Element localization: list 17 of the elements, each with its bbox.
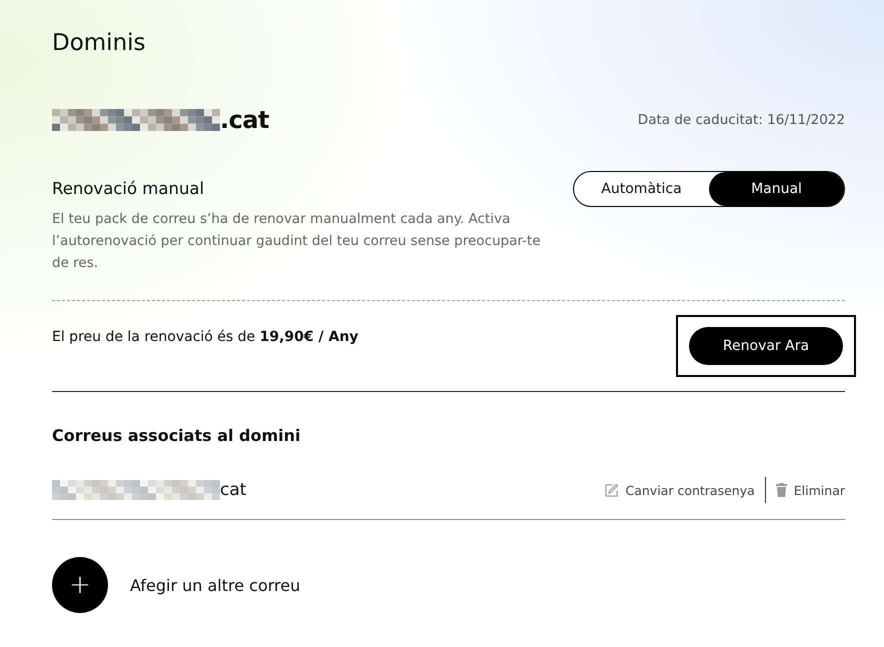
page-title: Dominis bbox=[52, 30, 147, 58]
section-title: Correus associats al domini bbox=[52, 426, 302, 445]
toggle-option[interactable]: Automàtica bbox=[574, 172, 709, 206]
delete-link[interactable]: Eliminar bbox=[776, 482, 845, 498]
add-button[interactable]: + bbox=[52, 557, 108, 613]
trash-icon bbox=[776, 483, 787, 497]
email-address: cat bbox=[220, 480, 246, 500]
add-email-label[interactable]: Afegir un altre correu bbox=[130, 576, 300, 594]
toggle-option[interactable]: Manual bbox=[709, 172, 844, 206]
renew-button[interactable]: Renovar Ara bbox=[689, 327, 843, 365]
domain-name: .cat bbox=[220, 106, 270, 134]
renewal-price: El preu de la renovació és de 19,90€ / Any bbox=[52, 329, 358, 345]
edit-icon bbox=[604, 482, 618, 498]
change-password-link[interactable]: Canviar contrasenya bbox=[604, 482, 755, 498]
expiry-date: Data de caducitat: 16/11/2022 bbox=[638, 112, 845, 128]
renewal-title: Renovació manual bbox=[52, 179, 206, 198]
renewal-description: El teu pack de correu s’ha de renovar manualment cada any. Activa l’autorenovació per continuar gaudint del teu correu sense preocupar-te de res. bbox=[52, 210, 542, 273]
